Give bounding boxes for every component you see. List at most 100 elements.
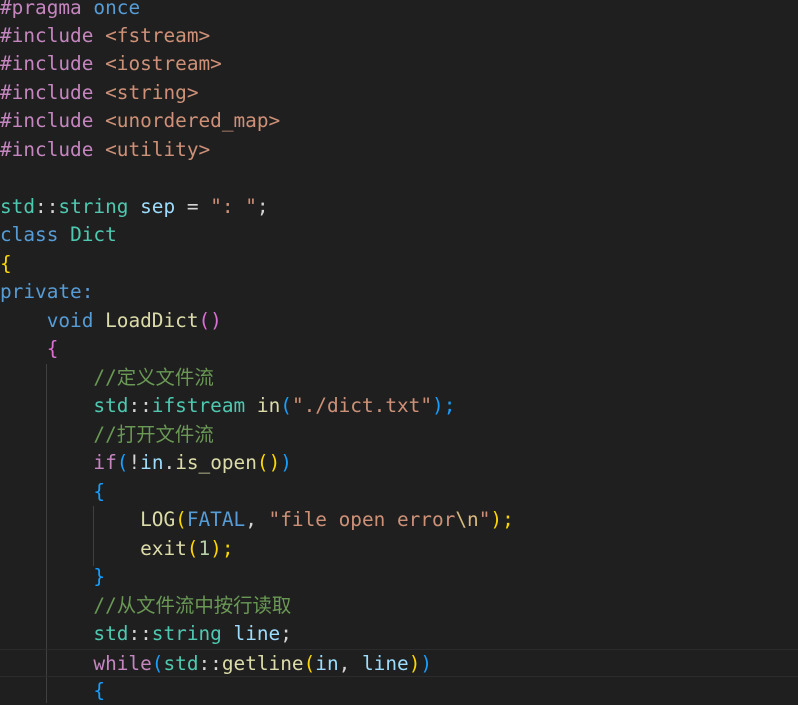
token-punct: , — [245, 508, 269, 531]
token-variable: line — [233, 622, 281, 645]
token-bracket: { — [0, 252, 12, 275]
token-include-path: <utility> — [105, 138, 211, 161]
token-bracket: () — [198, 309, 222, 332]
token-bracket: ) — [408, 652, 421, 675]
token-function: in — [256, 394, 281, 417]
code-line[interactable]: void LoadDict() — [0, 307, 798, 335]
token-control-keyword: while — [93, 652, 152, 675]
token-include-path: <iostream> — [105, 52, 222, 75]
code-line[interactable]: #include <fstream> — [0, 22, 798, 50]
token-include-path: <fstream> — [105, 24, 211, 47]
code-line[interactable]: exit(1); — [0, 535, 798, 563]
token-variable: in — [140, 451, 164, 474]
token-bracket: ); — [490, 508, 514, 531]
token-type: string — [58, 195, 129, 218]
code-line[interactable]: { — [0, 478, 798, 506]
token-function: LOG — [140, 508, 176, 531]
token-punct: ; — [280, 622, 292, 645]
token-control-keyword: if — [93, 451, 117, 474]
code-line[interactable]: //从文件流中按行读取 — [0, 592, 798, 620]
code-line[interactable]: private: — [0, 278, 798, 306]
code-line[interactable]: LOG(FATAL, "file open error\n"); — [0, 506, 798, 534]
token-bracket: ( — [280, 394, 292, 417]
token-bracket: ( — [175, 508, 187, 531]
token-class-name: Dict — [70, 223, 117, 246]
code-editor[interactable]: #pragma once #include <fstream> #include… — [0, 0, 798, 703]
code-line[interactable]: #pragma once — [0, 0, 798, 22]
token-function: exit — [140, 537, 187, 560]
code-line[interactable]: #include <iostream> — [0, 50, 798, 78]
code-line[interactable]: if(!in.is_open()) — [0, 449, 798, 477]
token-namespace: std — [93, 622, 129, 645]
token-string: " — [478, 508, 491, 531]
token-operator: ! — [128, 451, 141, 474]
token-bracket: { — [93, 679, 106, 702]
code-line[interactable]: std::ifstream in("./dict.txt"); — [0, 392, 798, 420]
token-comment: //打开文件流 — [93, 423, 214, 446]
token-directive: #include — [0, 52, 94, 75]
token-access-modifier: private: — [0, 280, 94, 303]
code-line[interactable]: } — [0, 563, 798, 591]
token-bracket: } — [93, 565, 106, 588]
token-bracket: ); — [210, 537, 234, 560]
token-bracket: ); — [432, 394, 456, 417]
code-line[interactable]: #include <unordered_map> — [0, 107, 798, 135]
code-line[interactable]: #include <string> — [0, 79, 798, 107]
code-line[interactable]: { — [0, 335, 798, 363]
token-punct: , — [338, 652, 362, 675]
token-directive: #include — [0, 24, 94, 47]
token-namespace: std — [93, 394, 129, 417]
token-namespace: std — [0, 195, 36, 218]
token-bracket: ) — [280, 451, 292, 474]
token-variable: sep — [140, 195, 176, 218]
token-macro: FATAL — [186, 508, 246, 531]
token-bracket: ) — [420, 652, 433, 675]
code-line[interactable]: //打开文件流 — [0, 421, 798, 449]
token-string: ": " — [210, 195, 257, 218]
token-bracket: ( — [116, 451, 129, 474]
token-operator: = — [175, 195, 211, 218]
code-line[interactable]: class Dict — [0, 221, 798, 249]
token-punct: ; — [256, 195, 269, 218]
token-variable: line — [362, 652, 409, 675]
token-function: LoadDict — [105, 309, 199, 332]
token-bracket: () — [256, 451, 281, 474]
token-include-path: <unordered_map> — [105, 109, 281, 132]
code-line[interactable]: { — [0, 250, 798, 278]
token-bracket: ( — [186, 537, 199, 560]
token-namespace: std — [163, 652, 199, 675]
token-bracket: { — [93, 480, 106, 503]
code-line[interactable]: #include <utility> — [0, 136, 798, 164]
code-line[interactable]: std::string line; — [0, 620, 798, 648]
token-string: "./dict.txt" — [291, 394, 433, 417]
token-bracket: ( — [303, 652, 316, 675]
code-line[interactable]: std::string sep = ": "; — [0, 193, 798, 221]
token-punct: . — [163, 451, 176, 474]
token-function: getline — [221, 652, 304, 675]
token-bracket: { — [46, 337, 59, 360]
token-keyword: class — [0, 223, 59, 246]
code-line[interactable]: //定义文件流 — [0, 364, 798, 392]
code-line[interactable]: { — [0, 677, 798, 705]
token-function: is_open — [175, 451, 257, 474]
code-line-current[interactable]: while(std::getline(in, line)) — [0, 649, 798, 677]
